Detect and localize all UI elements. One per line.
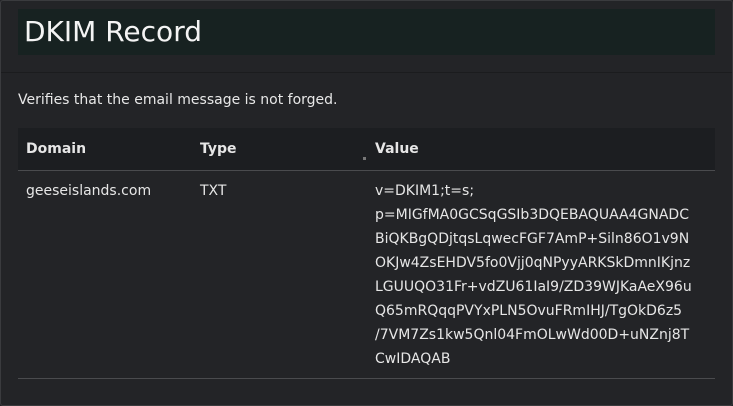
- domain-cell: geeseislands.com: [26, 183, 152, 199]
- divider: [1, 72, 732, 73]
- column-header-domain[interactable]: Domain: [26, 141, 86, 157]
- type-cell: TXT: [200, 183, 227, 199]
- value-line: OKJw4ZsEHDV5fo0Vjj0qNPyyARKSkDmnIKjnz: [375, 255, 691, 271]
- value-line: /7VM7Zs1kw5Qnl04FmOLwWd00D+uNZnj8T: [375, 327, 690, 343]
- page-title: DKIM Record: [24, 15, 202, 48]
- table-header: Domain Type Value: [18, 128, 715, 171]
- panel-header: DKIM Record: [18, 9, 715, 55]
- value-line: p=MIGfMA0GCSqGSIb3DQEBAQUAA4GNADC: [375, 207, 689, 223]
- value-line: BiQKBgQDjtqsLqwecFGF7AmP+Siln86O1v9N: [375, 231, 690, 247]
- value-line: Q65mRQqqPVYxPLN5OvuFRmIHJ/TgOkD6z5: [375, 303, 683, 319]
- dns-record-table: Domain Type Value geeseislands.com TXT v…: [18, 128, 715, 379]
- description: Verifies that the email message is not f…: [18, 92, 338, 108]
- value-line: CwIDAQAB: [375, 351, 451, 367]
- value-line: LGUUQO31Fr+vdZU61IaI9/ZD39WJKaAeX96u: [375, 279, 692, 295]
- column-header-type[interactable]: Type: [200, 141, 237, 157]
- value-line: v=DKIM1;t=s;: [375, 183, 475, 199]
- table-row: geeseislands.com TXT v=DKIM1;t=s; p=MIGf…: [18, 171, 715, 379]
- column-header-value[interactable]: Value: [375, 141, 419, 157]
- value-cell: v=DKIM1;t=s; p=MIGfMA0GCSqGSIb3DQEBAQUAA…: [375, 179, 715, 371]
- column-resize-handle[interactable]: [363, 157, 366, 160]
